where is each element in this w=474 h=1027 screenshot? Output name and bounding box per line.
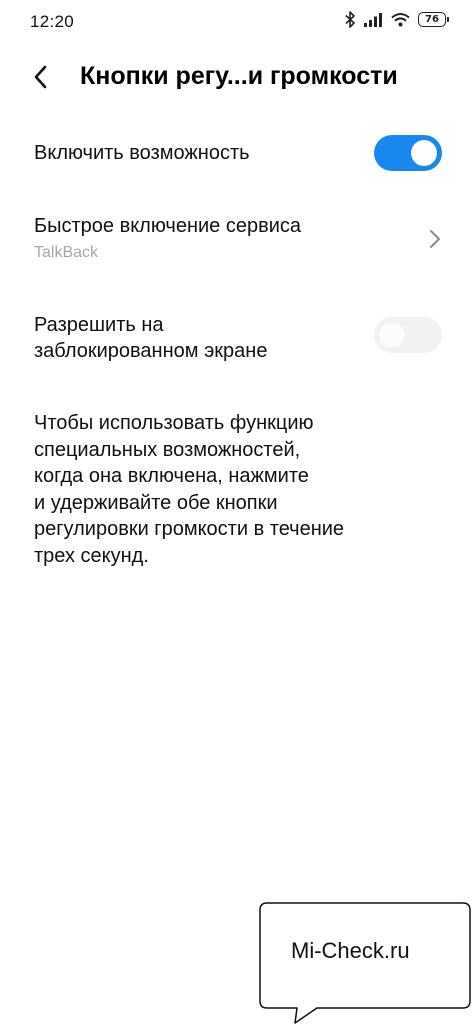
- bluetooth-icon: [345, 11, 356, 28]
- chevron-right-icon: [428, 228, 442, 250]
- setting-enable-row[interactable]: Включить возможность: [0, 126, 474, 182]
- description-line: Чтобы использовать функцию: [34, 412, 314, 434]
- lock-screen-label-line2: заблокированном экране: [34, 340, 268, 362]
- lock-screen-row[interactable]: Разрешить на заблокированном экране: [0, 308, 474, 368]
- status-time: 12:20: [30, 12, 75, 31]
- description-line: регулировки громкости в течение: [34, 518, 345, 540]
- description-line: специальных возможностей,: [34, 438, 301, 461]
- description-line: трех секунд.: [34, 544, 149, 567]
- status-icons: 76: [345, 11, 449, 28]
- chevron-left-icon[interactable]: [30, 63, 54, 91]
- setting-enable-label: Включить возможность: [34, 142, 250, 164]
- quick-service-row[interactable]: Быстрое включение сервиса TalkBack: [0, 205, 474, 277]
- header: Кнопки регу...и громкости: [0, 52, 474, 102]
- battery-icon: 76: [418, 12, 449, 27]
- description: Чтобы использовать функцию специальных в…: [34, 410, 434, 569]
- lock-screen-toggle[interactable]: [374, 317, 442, 353]
- wifi-icon: [391, 12, 410, 27]
- lock-screen-label-line1: Разрешить на: [34, 314, 164, 336]
- toggle-knob: [411, 140, 437, 166]
- description-line: и удерживайте обе кнопки: [34, 491, 278, 514]
- battery-level: 76: [425, 14, 439, 25]
- signal-icon: [364, 12, 383, 27]
- quick-service-label: Быстрое включение сервиса: [34, 215, 302, 237]
- toggle-knob: [379, 322, 405, 348]
- watermark-text: Mi-Check.ru: [291, 938, 410, 963]
- page-title: Кнопки регу...и громкости: [80, 62, 398, 90]
- watermark: Mi-Check.ru: [259, 902, 471, 1024]
- quick-service-value: TalkBack: [34, 244, 99, 261]
- status-bar: 12:20 76: [0, 0, 474, 44]
- enable-toggle[interactable]: [374, 135, 442, 171]
- description-line: когда она включена, нажмите: [34, 465, 309, 487]
